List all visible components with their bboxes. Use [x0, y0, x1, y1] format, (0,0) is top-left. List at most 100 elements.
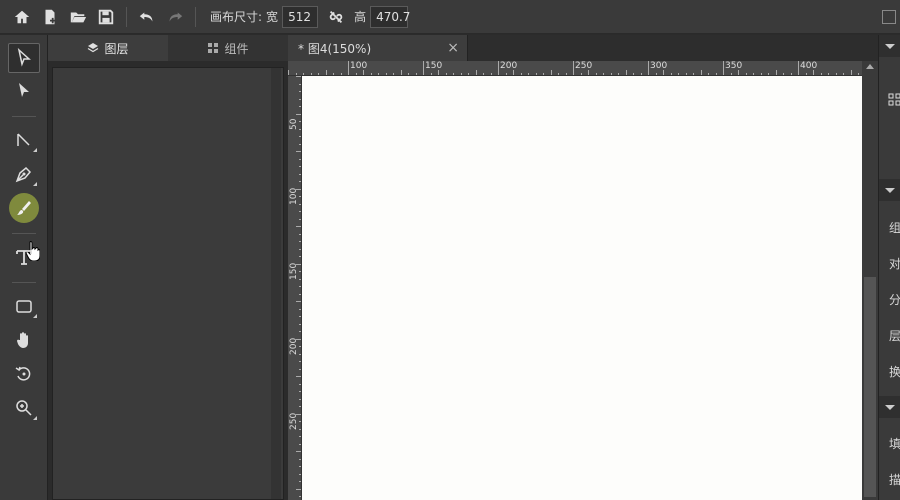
panel-collapse-toggle[interactable] — [879, 396, 900, 418]
vertical-ruler: 50 100 150 200 250 — [288, 76, 302, 500]
rp-item-align[interactable]: 对 — [889, 255, 900, 272]
ruler-label: 350 — [725, 61, 743, 71]
panel-collapse-toggle[interactable] — [879, 35, 900, 57]
chevron-down-icon — [885, 187, 895, 193]
tab-layers-label: 图层 — [104, 41, 129, 56]
new-file-icon — [45, 9, 56, 24]
layers-scrollbar[interactable] — [271, 68, 281, 499]
tab-layers[interactable]: 图层 — [48, 35, 168, 61]
text-tool[interactable] — [8, 242, 40, 272]
drawing-canvas[interactable] — [302, 76, 862, 500]
ruler-label: 100 — [350, 61, 368, 71]
new-file-button[interactable] — [36, 3, 64, 31]
text-icon — [16, 250, 32, 265]
panel-collapse-toggle[interactable] — [879, 179, 900, 201]
chevron-down-icon — [885, 404, 895, 410]
tool-divider — [12, 282, 36, 283]
submenu-indicator — [33, 314, 37, 318]
layers-panel — [52, 67, 284, 500]
redo-button[interactable] — [161, 3, 189, 31]
ruler-tick — [798, 61, 799, 75]
rotate-view-tool[interactable] — [8, 359, 40, 389]
direct-select-icon — [19, 83, 29, 97]
home-icon — [14, 10, 30, 23]
undo-button[interactable] — [133, 3, 161, 31]
properties-panel: 组 对 分 层 换 填 描 — [878, 35, 900, 500]
unlink-ratio-button[interactable] — [322, 3, 350, 31]
top-toolbar: 画布尺寸: 宽 512 高 470.7 — [0, 0, 900, 34]
ruler-tick — [648, 61, 649, 75]
folder-open-icon — [70, 12, 87, 22]
ruler-label: 150 — [425, 61, 443, 71]
rectangle-icon — [16, 300, 32, 313]
app-window: 画布尺寸: 宽 512 高 470.7 图层 组件 * 图4(150%) × 1… — [0, 0, 900, 500]
toolbar-divider — [195, 6, 196, 27]
home-button[interactable] — [8, 3, 36, 31]
rp-item-layer[interactable]: 层 — [889, 327, 900, 344]
horizontal-ruler: 100 150 200 250 300 350 400 — [288, 61, 862, 76]
ruler-label: 300 — [650, 61, 668, 71]
document-tab-title: * 图4(150%) — [298, 41, 372, 56]
zoom-icon — [16, 400, 32, 416]
submenu-indicator — [33, 416, 37, 420]
ruler-label: 250 — [575, 61, 593, 71]
ruler-tick — [723, 61, 724, 75]
toolbar-divider — [126, 6, 127, 27]
zoom-tool[interactable] — [8, 393, 40, 423]
pen-icon — [15, 166, 32, 183]
ruler-label: 400 — [800, 61, 818, 71]
select-arrow-icon — [17, 48, 31, 67]
align-grid-icon[interactable] — [888, 93, 900, 106]
layers-icon — [88, 43, 99, 53]
select-tool[interactable] — [8, 43, 40, 73]
ruler-label: 50 — [289, 118, 299, 130]
canvas-vertical-scrollbar[interactable] — [862, 61, 878, 500]
open-folder-button[interactable] — [64, 3, 92, 31]
submenu-indicator — [33, 148, 37, 152]
ruler-label: 100 — [289, 187, 299, 205]
width-field[interactable]: 512 — [282, 5, 319, 28]
ruler-tick — [348, 61, 349, 75]
rp-item-stroke[interactable]: 描 — [889, 471, 900, 488]
redo-icon — [169, 12, 183, 21]
rotate-icon — [15, 366, 31, 381]
hand-tool[interactable] — [8, 325, 40, 355]
rp-item-transform[interactable]: 换 — [889, 363, 900, 380]
line-tool-icon — [17, 133, 30, 146]
ruler-tick — [498, 61, 499, 75]
panel-tabs: 图层 组件 — [48, 35, 288, 61]
rp-item-fill[interactable]: 填 — [889, 435, 900, 452]
rp-item-distribute[interactable]: 分 — [889, 291, 900, 308]
tab-components-label: 组件 — [224, 41, 249, 56]
document-tab[interactable]: * 图4(150%) × — [288, 35, 468, 61]
hand-icon — [17, 332, 28, 348]
save-icon — [98, 9, 114, 24]
submenu-indicator — [33, 182, 37, 186]
tab-components[interactable]: 组件 — [168, 35, 288, 61]
canvas-size-label: 画布尺寸: — [210, 10, 263, 24]
chevron-down-icon — [885, 43, 895, 49]
pen-tool[interactable] — [8, 159, 40, 189]
ruler-label: 250 — [289, 412, 299, 430]
brush-icon — [17, 201, 31, 215]
width-label: 宽 — [266, 10, 279, 24]
save-button[interactable] — [92, 3, 120, 31]
tool-divider — [12, 116, 36, 117]
undo-icon — [139, 12, 153, 21]
unlink-icon — [329, 10, 343, 23]
ruler-tick — [423, 61, 424, 75]
line-tool[interactable] — [8, 125, 40, 155]
top-right-checkbox[interactable] — [882, 10, 896, 24]
close-tab-icon[interactable]: × — [447, 40, 459, 56]
tool-strip — [0, 35, 48, 500]
tool-divider — [12, 233, 36, 234]
height-field[interactable]: 470.7 — [370, 5, 410, 28]
ruler-label: 200 — [500, 61, 518, 71]
rp-item-group[interactable]: 组 — [889, 219, 900, 236]
direct-select-tool[interactable] — [8, 76, 40, 106]
scroll-up-icon[interactable] — [866, 64, 874, 69]
rectangle-tool[interactable] — [8, 291, 40, 321]
ruler-label: 200 — [289, 337, 299, 355]
brush-tool[interactable] — [9, 193, 39, 223]
scrollbar-thumb[interactable] — [864, 277, 876, 497]
